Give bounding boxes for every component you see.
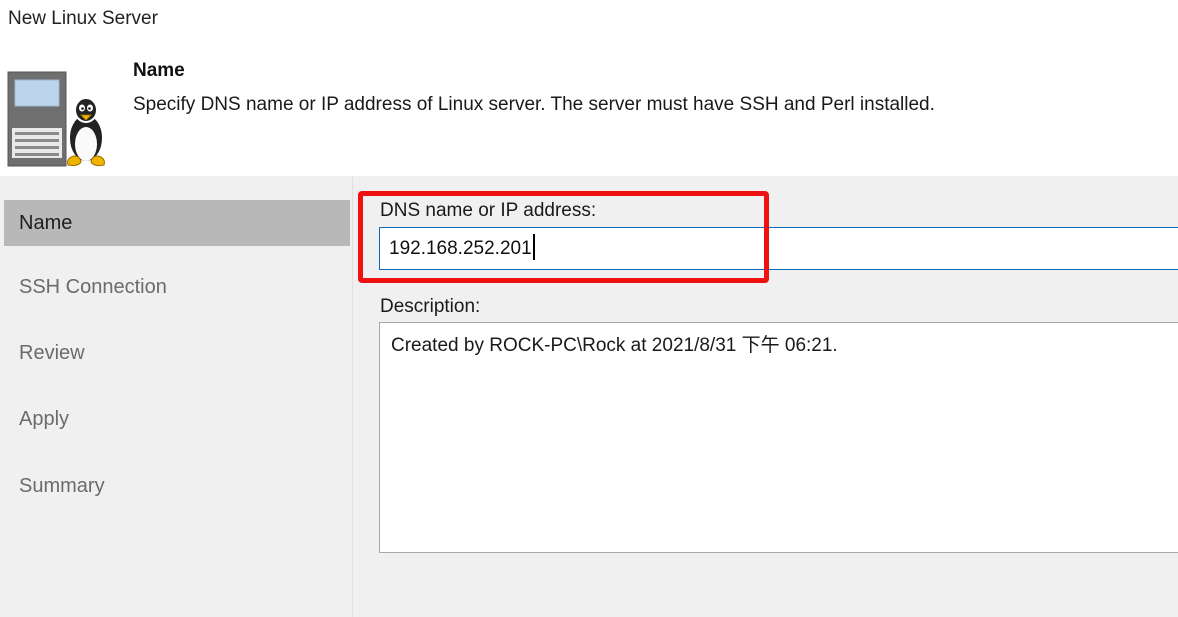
sidebar-item-name[interactable]: Name xyxy=(4,200,350,246)
new-linux-server-window: New Linux Server Name Specify DNS name o… xyxy=(0,0,1178,617)
name-step-content: DNS name or IP address: 192.168.252.201 … xyxy=(353,176,1178,617)
sidebar-item-summary[interactable]: Summary xyxy=(4,463,350,509)
dns-name-input[interactable]: 192.168.252.201 xyxy=(379,227,1178,270)
page-heading: Name xyxy=(133,60,185,81)
dns-field-label: DNS name or IP address: xyxy=(380,200,597,221)
page-description: Specify DNS name or IP address of Linux … xyxy=(133,94,935,115)
wizard-steps-sidebar: Name SSH Connection Review Apply Summary xyxy=(0,176,350,617)
sidebar-item-review[interactable]: Review xyxy=(4,330,350,376)
sidebar-item-ssh-connection[interactable]: SSH Connection xyxy=(4,264,350,310)
sidebar-item-apply[interactable]: Apply xyxy=(4,396,350,442)
window-title: New Linux Server xyxy=(8,8,158,29)
description-textarea[interactable]: Created by ROCK-PC\Rock at 2021/8/31 下午 … xyxy=(379,322,1178,553)
linux-server-icon xyxy=(6,70,112,170)
description-field-label: Description: xyxy=(380,296,481,317)
dns-name-value: 192.168.252.201 xyxy=(389,238,532,259)
text-caret xyxy=(532,234,535,261)
wizard-body: Name SSH Connection Review Apply Summary… xyxy=(0,176,1178,617)
